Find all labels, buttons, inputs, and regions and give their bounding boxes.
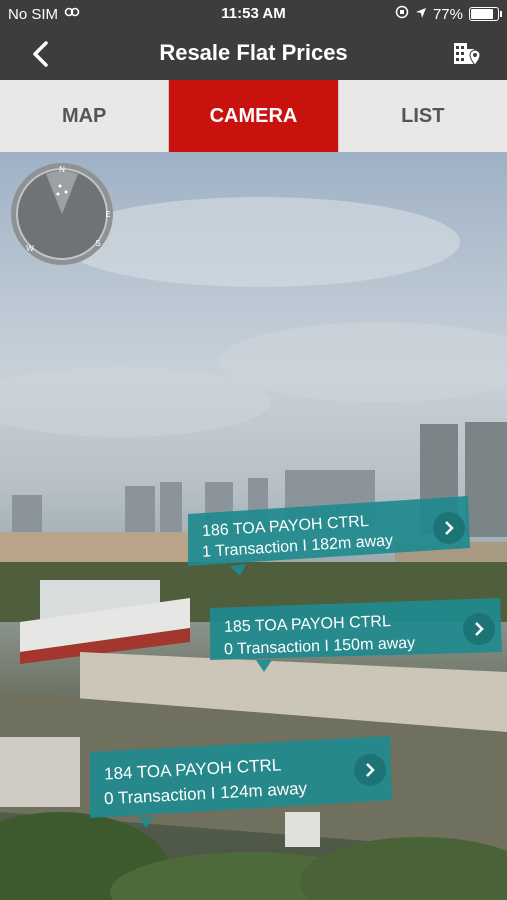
compass-s: S [95, 239, 100, 248]
poi-card-186[interactable]: 186 TOA PAYOH CTRL 1 Transaction I 182m … [188, 496, 470, 576]
camera-view: N E S W 186 TOA PAYOH CTRL 1 Transaction… [0, 152, 507, 900]
chevron-right-icon [445, 521, 454, 535]
compass-n: N [59, 165, 65, 174]
orientation-lock-icon [395, 5, 409, 23]
compass-w: W [26, 244, 34, 253]
status-right: 77% [395, 5, 502, 23]
navigation-bar: Resale Flat Prices [0, 28, 507, 80]
poi-detail-button[interactable] [354, 754, 386, 786]
building-location-button[interactable] [451, 38, 483, 70]
poi-card-185[interactable]: 185 TOA PAYOH CTRL 0 Transaction I 150m … [210, 598, 502, 672]
status-bar: No SIM 11:53 AM 77% [0, 0, 507, 28]
view-tabs: MAP CAMERA LIST [0, 80, 507, 152]
tab-camera[interactable]: CAMERA [169, 80, 339, 152]
poi-detail-button[interactable] [463, 613, 495, 645]
poi-card-184[interactable]: 184 TOA PAYOH CTRL 0 Transaction I 124m … [90, 736, 392, 828]
page-title: Resale Flat Prices [159, 40, 348, 65]
building-pin-icon [454, 43, 481, 66]
tab-list[interactable]: LIST [339, 80, 507, 152]
battery-percent: 77% [432, 5, 463, 23]
compass-radar: N E S W [11, 163, 113, 265]
chevron-right-icon [366, 763, 375, 777]
chevron-right-icon [475, 622, 484, 636]
poi-detail-button[interactable] [433, 512, 465, 544]
battery-fill [471, 9, 493, 19]
location-arrow-icon [415, 6, 427, 23]
compass-e: E [105, 210, 110, 219]
tab-map[interactable]: MAP [0, 80, 170, 152]
battery-icon [469, 7, 502, 21]
